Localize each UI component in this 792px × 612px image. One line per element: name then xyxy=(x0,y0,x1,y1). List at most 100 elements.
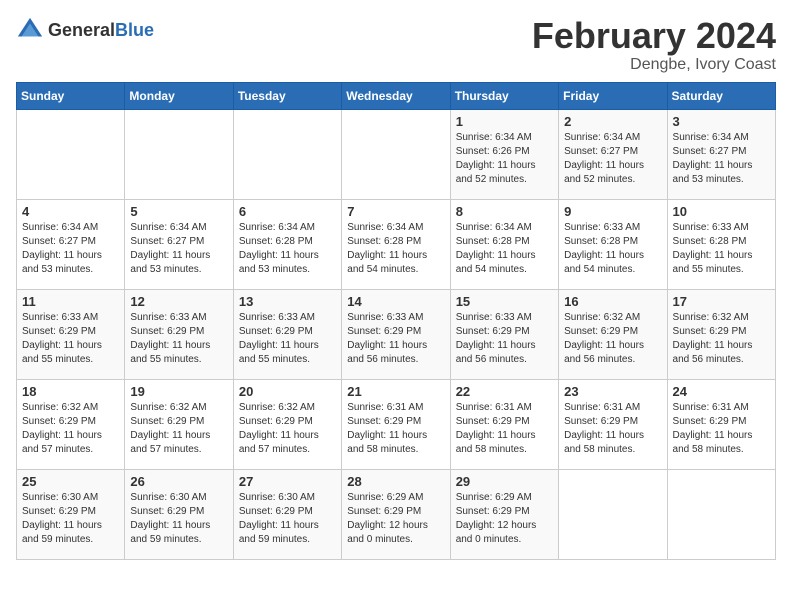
day-number: 3 xyxy=(673,114,770,129)
day-number: 22 xyxy=(456,384,553,399)
week-row-2: 11 Sunrise: 6:33 AM Sunset: 6:29 PM Dayli… xyxy=(17,289,776,379)
day-cell: 8 Sunrise: 6:34 AM Sunset: 6:28 PM Daylig… xyxy=(450,199,558,289)
col-header-saturday: Saturday xyxy=(667,82,775,109)
day-info: Sunrise: 6:34 AM Sunset: 6:27 PM Dayligh… xyxy=(564,131,661,187)
col-header-wednesday: Wednesday xyxy=(342,82,450,109)
day-number: 24 xyxy=(673,384,770,399)
day-cell: 25Sunrise: 6:30 AM Sunset: 6:29 PM Dayli… xyxy=(17,469,125,559)
day-number: 26 xyxy=(130,474,227,489)
day-number: 12 xyxy=(130,294,227,309)
day-number: 19 xyxy=(130,384,227,399)
day-info: Sunrise: 6:31 AM Sunset: 6:29 PM Dayligh… xyxy=(673,401,770,457)
day-info: Sunrise: 6:34 AM Sunset: 6:28 PM Dayligh… xyxy=(456,221,553,277)
day-cell: 17 Sunrise: 6:32 AM Sunset: 6:29 PM Dayli… xyxy=(667,289,775,379)
title-area: February 2024 Dengbe, Ivory Coast xyxy=(532,16,776,74)
day-info: Sunrise: 6:32 AM Sunset: 6:29 PM Dayligh… xyxy=(564,311,661,367)
col-header-thursday: Thursday xyxy=(450,82,558,109)
day-number: 8 xyxy=(456,204,553,219)
day-cell: 6 Sunrise: 6:34 AM Sunset: 6:28 PM Daylig… xyxy=(233,199,341,289)
day-info: Sunrise: 6:29 AM Sunset: 6:29 PM Dayligh… xyxy=(456,491,553,547)
day-info: Sunrise: 6:31 AM Sunset: 6:29 PM Dayligh… xyxy=(347,401,444,457)
calendar-header: SundayMondayTuesdayWednesdayThursdayFrid… xyxy=(17,82,776,109)
day-cell: 12 Sunrise: 6:33 AM Sunset: 6:29 PM Dayli… xyxy=(125,289,233,379)
day-info: Sunrise: 6:34 AM Sunset: 6:26 PM Dayligh… xyxy=(456,131,553,187)
day-cell: 5 Sunrise: 6:34 AM Sunset: 6:27 PM Daylig… xyxy=(125,199,233,289)
day-number: 10 xyxy=(673,204,770,219)
week-row-1: 4 Sunrise: 6:34 AM Sunset: 6:27 PM Daylig… xyxy=(17,199,776,289)
day-info: Sunrise: 6:33 AM Sunset: 6:29 PM Dayligh… xyxy=(130,311,227,367)
header: GeneralBlue February 2024 Dengbe, Ivory … xyxy=(16,16,776,74)
day-cell: 4 Sunrise: 6:34 AM Sunset: 6:27 PM Daylig… xyxy=(17,199,125,289)
day-number: 20 xyxy=(239,384,336,399)
col-header-monday: Monday xyxy=(125,82,233,109)
day-number: 17 xyxy=(673,294,770,309)
day-number: 15 xyxy=(456,294,553,309)
day-cell xyxy=(125,109,233,199)
month-year: February 2024 xyxy=(532,16,776,56)
day-info: Sunrise: 6:31 AM Sunset: 6:29 PM Dayligh… xyxy=(456,401,553,457)
day-info: Sunrise: 6:32 AM Sunset: 6:29 PM Dayligh… xyxy=(673,311,770,367)
logo-general: General xyxy=(48,20,115,40)
day-cell: 10 Sunrise: 6:33 AM Sunset: 6:28 PM Dayli… xyxy=(667,199,775,289)
day-cell: 2 Sunrise: 6:34 AM Sunset: 6:27 PM Daylig… xyxy=(559,109,667,199)
day-cell: 29 Sunrise: 6:29 AM Sunset: 6:29 PM Dayli… xyxy=(450,469,558,559)
day-info: Sunrise: 6:32 AM Sunset: 6:29 PM Dayligh… xyxy=(239,401,336,457)
day-info: Sunrise: 6:34 AM Sunset: 6:27 PM Dayligh… xyxy=(22,221,119,277)
day-number: 14 xyxy=(347,294,444,309)
day-cell: 1Sunrise: 6:34 AM Sunset: 6:26 PM Daylig… xyxy=(450,109,558,199)
day-cell xyxy=(233,109,341,199)
day-cell: 18 Sunrise: 6:32 AM Sunset: 6:29 PM Dayli… xyxy=(17,379,125,469)
day-info: Sunrise: 6:33 AM Sunset: 6:29 PM Dayligh… xyxy=(347,311,444,367)
day-info: Sunrise: 6:33 AM Sunset: 6:28 PM Dayligh… xyxy=(673,221,770,277)
logo-icon xyxy=(16,16,44,44)
day-cell: 14 Sunrise: 6:33 AM Sunset: 6:29 PM Dayli… xyxy=(342,289,450,379)
day-number: 27 xyxy=(239,474,336,489)
col-header-sunday: Sunday xyxy=(17,82,125,109)
day-number: 2 xyxy=(564,114,661,129)
day-number: 13 xyxy=(239,294,336,309)
day-cell: 7 Sunrise: 6:34 AM Sunset: 6:28 PM Daylig… xyxy=(342,199,450,289)
day-number: 7 xyxy=(347,204,444,219)
day-number: 5 xyxy=(130,204,227,219)
day-cell: 20 Sunrise: 6:32 AM Sunset: 6:29 PM Dayli… xyxy=(233,379,341,469)
week-row-4: 25Sunrise: 6:30 AM Sunset: 6:29 PM Dayli… xyxy=(17,469,776,559)
day-info: Sunrise: 6:34 AM Sunset: 6:27 PM Dayligh… xyxy=(130,221,227,277)
day-info: Sunrise: 6:32 AM Sunset: 6:29 PM Dayligh… xyxy=(130,401,227,457)
week-row-0: 1Sunrise: 6:34 AM Sunset: 6:26 PM Daylig… xyxy=(17,109,776,199)
day-cell: 16 Sunrise: 6:32 AM Sunset: 6:29 PM Dayli… xyxy=(559,289,667,379)
day-cell: 13 Sunrise: 6:33 AM Sunset: 6:29 PM Dayli… xyxy=(233,289,341,379)
day-number: 6 xyxy=(239,204,336,219)
day-info: Sunrise: 6:32 AM Sunset: 6:29 PM Dayligh… xyxy=(22,401,119,457)
day-cell: 22 Sunrise: 6:31 AM Sunset: 6:29 PM Dayli… xyxy=(450,379,558,469)
day-info: Sunrise: 6:33 AM Sunset: 6:29 PM Dayligh… xyxy=(239,311,336,367)
day-number: 23 xyxy=(564,384,661,399)
calendar-table: SundayMondayTuesdayWednesdayThursdayFrid… xyxy=(16,82,776,560)
day-info: Sunrise: 6:33 AM Sunset: 6:28 PM Dayligh… xyxy=(564,221,661,277)
day-number: 11 xyxy=(22,294,119,309)
day-info: Sunrise: 6:30 AM Sunset: 6:29 PM Dayligh… xyxy=(130,491,227,547)
day-cell: 15 Sunrise: 6:33 AM Sunset: 6:29 PM Dayli… xyxy=(450,289,558,379)
week-row-3: 18 Sunrise: 6:32 AM Sunset: 6:29 PM Dayli… xyxy=(17,379,776,469)
day-info: Sunrise: 6:33 AM Sunset: 6:29 PM Dayligh… xyxy=(456,311,553,367)
location: Dengbe, Ivory Coast xyxy=(532,56,776,74)
day-cell xyxy=(667,469,775,559)
day-info: Sunrise: 6:29 AM Sunset: 6:29 PM Dayligh… xyxy=(347,491,444,547)
day-info: Sunrise: 6:34 AM Sunset: 6:28 PM Dayligh… xyxy=(239,221,336,277)
logo: GeneralBlue xyxy=(16,16,154,44)
day-cell: 11Sunrise: 6:33 AM Sunset: 6:29 PM Dayli… xyxy=(17,289,125,379)
logo-blue: Blue xyxy=(115,20,154,40)
day-number: 18 xyxy=(22,384,119,399)
day-number: 29 xyxy=(456,474,553,489)
day-cell: 24 Sunrise: 6:31 AM Sunset: 6:29 PM Dayli… xyxy=(667,379,775,469)
day-cell xyxy=(342,109,450,199)
day-number: 16 xyxy=(564,294,661,309)
day-info: Sunrise: 6:31 AM Sunset: 6:29 PM Dayligh… xyxy=(564,401,661,457)
day-cell: 21 Sunrise: 6:31 AM Sunset: 6:29 PM Dayli… xyxy=(342,379,450,469)
day-number: 21 xyxy=(347,384,444,399)
day-number: 4 xyxy=(22,204,119,219)
day-number: 28 xyxy=(347,474,444,489)
day-info: Sunrise: 6:34 AM Sunset: 6:27 PM Dayligh… xyxy=(673,131,770,187)
day-cell: 27Sunrise: 6:30 AM Sunset: 6:29 PM Dayli… xyxy=(233,469,341,559)
day-cell: 19 Sunrise: 6:32 AM Sunset: 6:29 PM Dayli… xyxy=(125,379,233,469)
day-info: Sunrise: 6:34 AM Sunset: 6:28 PM Dayligh… xyxy=(347,221,444,277)
